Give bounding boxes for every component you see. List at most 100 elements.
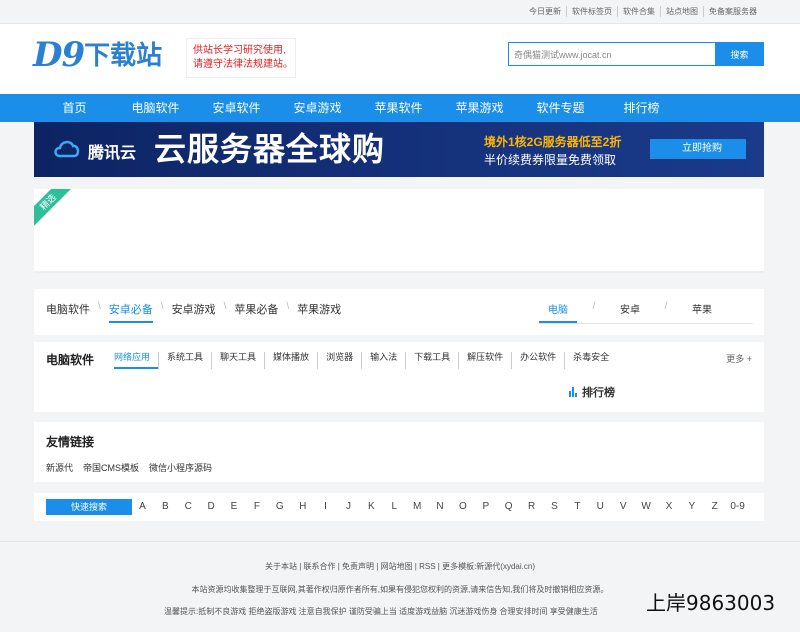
letter-link[interactable]: N [429, 501, 452, 512]
software-title: 电脑软件 [46, 353, 95, 367]
top-link-server[interactable]: 免备案服务器 [703, 6, 762, 17]
nav-home[interactable]: 首页 [34, 94, 115, 122]
tab-apple-essential[interactable]: 苹果必备 [234, 301, 278, 323]
letter-link[interactable]: H [291, 501, 314, 512]
letter-link[interactable]: 0-9 [726, 501, 749, 512]
banner-offer: 境外1核2G服务器低至2折 [484, 135, 622, 149]
top-link-sitemap[interactable]: 站点地图 [660, 6, 703, 17]
letter-link[interactable]: U [589, 501, 612, 512]
top-link-collections[interactable]: 软件合集 [617, 6, 660, 17]
letter-link[interactable]: A [131, 501, 154, 512]
letter-link[interactable]: F [245, 501, 268, 512]
top-link-tags[interactable]: 软件标签页 [566, 6, 617, 17]
category-tab[interactable]: 浏览器 [317, 352, 361, 369]
tab-pc-software[interactable]: 电脑软件 [46, 301, 90, 323]
category-tab[interactable]: 聊天工具 [211, 352, 264, 369]
letter-link[interactable]: R [520, 501, 543, 512]
letter-link[interactable]: J [337, 501, 360, 512]
letter-link[interactable]: C [177, 501, 200, 512]
watermark-text: 上岸9863003 [646, 591, 776, 615]
category-tab[interactable]: 输入法 [361, 352, 405, 369]
category-tab[interactable]: 媒体播放 [264, 352, 317, 369]
search-button[interactable]: 搜索 [715, 42, 764, 66]
search-box: 搜索 [508, 42, 764, 66]
tab-android-essential[interactable]: 安卓必备 [108, 301, 153, 323]
tab-platform-pc[interactable]: 电脑 [539, 301, 577, 323]
nav-android-software[interactable]: 安卓软件 [196, 94, 277, 122]
letter-link[interactable]: W [635, 501, 658, 512]
ranking-header: 排行榜 [569, 384, 615, 400]
category-tab[interactable]: 系统工具 [158, 352, 211, 369]
banner-brand: 腾讯云 [88, 145, 137, 162]
top-link-today[interactable]: 今日更新 [524, 6, 566, 17]
tab-android-games[interactable]: 安卓游戏 [172, 301, 216, 323]
letter-link[interactable]: O [451, 501, 474, 512]
section-tabs-left: 电脑软件 \ 安卓必备 \ 安卓游戏 \ 苹果必备 \ 苹果游戏 [46, 301, 349, 323]
friend-links-panel: 友情链接 新源代 帝国CMS模板 微信小程序源码 [34, 422, 764, 482]
notice-line-2: 请遵守法律法规建站。 [193, 59, 293, 70]
footer-links[interactable]: 关于本站 | 联系合作 | 免责声明 | 网站地图 | RSS | 更多模板:新… [0, 561, 800, 572]
tab-platform-android[interactable]: 安卓 [611, 301, 649, 323]
category-tab[interactable]: 解压软件 [458, 352, 511, 369]
category-tab[interactable]: 杀毒安全 [564, 352, 617, 369]
tab-separator: / [664, 301, 668, 312]
friend-links-title: 友情链接 [46, 435, 95, 449]
friend-links-list: 新源代 帝国CMS模板 微信小程序源码 [46, 461, 212, 474]
header: D9 下载站 供站长学习研究使用, 请遵守法律法规建站。 搜索 [0, 24, 800, 94]
site-logo[interactable]: D9 下载站 [33, 34, 162, 74]
ad-banner[interactable]: 腾讯云 云服务器全球购 境外1核2G服务器低至2折 半价续费券限量免费领取 立即… [34, 122, 764, 177]
tab-apple-games[interactable]: 苹果游戏 [297, 301, 341, 323]
section-tabs-panel: 电脑软件 \ 安卓必备 \ 安卓游戏 \ 苹果必备 \ 苹果游戏 电脑 / 安卓… [34, 289, 764, 335]
letter-link[interactable]: E [223, 501, 246, 512]
category-tab[interactable]: 下载工具 [405, 352, 458, 369]
category-tab[interactable]: 网络应用 [114, 352, 159, 369]
tab-separator: / [592, 301, 596, 312]
letter-link[interactable]: D [200, 501, 223, 512]
tab-separator: \ [98, 301, 101, 312]
software-panel: 电脑软件 网络应用 系统工具 聊天工具 媒体播放 浏览器 输入法 下载工具 解压… [34, 342, 764, 412]
letter-link[interactable]: L [383, 501, 406, 512]
tab-platform-apple[interactable]: 苹果 [683, 301, 721, 323]
nav-apple-software[interactable]: 苹果软件 [358, 94, 439, 122]
banner-headline: 云服务器全球购 [154, 131, 386, 167]
letter-link[interactable]: B [154, 501, 177, 512]
letter-link[interactable]: X [657, 501, 680, 512]
bar-chart-icon [569, 387, 577, 397]
letter-link[interactable]: Q [497, 501, 520, 512]
search-input[interactable] [508, 42, 715, 66]
letter-link[interactable]: K [360, 501, 383, 512]
top-bar: 今日更新 软件标签页 软件合集 站点地图 免备案服务器 [0, 0, 800, 24]
letter-link[interactable]: Z [703, 501, 726, 512]
letter-link[interactable]: P [474, 501, 497, 512]
friend-link[interactable]: 帝国CMS模板 [83, 461, 139, 474]
category-tab[interactable]: 办公软件 [511, 352, 564, 369]
letter-link[interactable]: S [543, 501, 566, 512]
letter-link[interactable]: T [566, 501, 589, 512]
friend-link[interactable]: 新源代 [46, 461, 73, 474]
top-links: 今日更新 软件标签页 软件合集 站点地图 免备案服务器 [524, 6, 762, 17]
main-nav: 首页 电脑软件 安卓软件 安卓游戏 苹果软件 苹果游戏 软件专题 排行榜 [0, 94, 800, 122]
quick-search-panel: 快速搜索 A B C D E F G H I J K L M N O P Q R S T U V W X Y Z 0-9 [34, 493, 764, 521]
tab-separator: \ [286, 301, 290, 312]
nav-apple-games[interactable]: 苹果游戏 [439, 94, 520, 122]
nav-pc-software[interactable]: 电脑软件 [115, 94, 196, 122]
site-notice: 供站长学习研究使用, 请遵守法律法规建站。 [186, 38, 296, 78]
letter-link[interactable]: I [314, 501, 337, 512]
notice-line-1: 供站长学习研究使用, [193, 45, 286, 56]
letter-link[interactable]: M [406, 501, 429, 512]
friend-link[interactable]: 微信小程序源码 [149, 461, 212, 474]
letter-link[interactable]: Y [680, 501, 703, 512]
more-link[interactable]: 更多 + [726, 352, 752, 365]
nav-topics[interactable]: 软件专题 [520, 94, 601, 122]
letter-link[interactable]: G [268, 501, 291, 512]
banner-subtext: 半价续费券限量免费领取 [484, 153, 617, 167]
nav-ranking[interactable]: 排行榜 [601, 94, 682, 122]
banner-cta-button[interactable]: 立即抢购 [650, 139, 746, 159]
quick-search-button[interactable]: 快速搜索 [46, 499, 132, 515]
logo-latin: D9 [33, 35, 85, 75]
footer-tips: 温馨提示:抵制不良游戏 拒绝盗版游戏 注意自我保护 谨防受骗上当 适度游戏益脑 … [164, 607, 598, 616]
software-categories: 网络应用 系统工具 聊天工具 媒体播放 浏览器 输入法 下载工具 解压软件 办公… [114, 352, 617, 369]
letter-link[interactable]: V [612, 501, 635, 512]
logo-cn: 下载站 [84, 41, 163, 71]
nav-android-games[interactable]: 安卓游戏 [277, 94, 358, 122]
